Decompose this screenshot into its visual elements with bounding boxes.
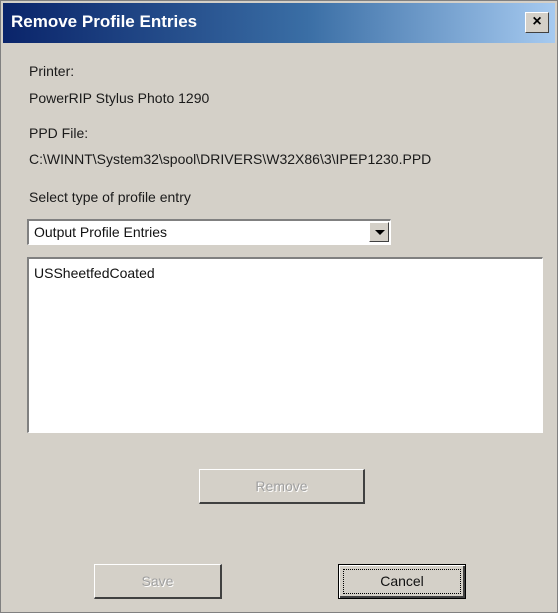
window-title: Remove Profile Entries: [11, 12, 198, 31]
close-icon: ×: [532, 13, 542, 30]
list-item[interactable]: USSheetfedCoated: [34, 265, 155, 281]
save-button[interactable]: Save: [94, 564, 222, 599]
chevron-down-icon[interactable]: [369, 222, 389, 242]
close-button[interactable]: ×: [525, 12, 549, 33]
title-bar[interactable]: Remove Profile Entries ×: [3, 3, 555, 43]
ppd-file-label: PPD File:: [29, 125, 89, 141]
profile-entries-list[interactable]: USSheetfedCoated: [27, 257, 543, 433]
ppd-file-value: C:\WINNT\System32\spool\DRIVERS\W32X86\3…: [29, 151, 432, 167]
profile-type-selected-value: Output Profile Entries: [34, 224, 168, 240]
remove-button[interactable]: Remove: [199, 469, 365, 504]
printer-value: PowerRIP Stylus Photo 1290: [29, 90, 210, 106]
cancel-button[interactable]: Cancel: [338, 564, 466, 599]
remove-profile-entries-dialog: Remove Profile Entries × Printer: PowerR…: [0, 0, 558, 613]
printer-label: Printer:: [29, 63, 75, 79]
profile-type-label: Select type of profile entry: [29, 189, 191, 205]
focus-rectangle: [343, 569, 461, 594]
profile-type-dropdown[interactable]: Output Profile Entries: [27, 219, 391, 245]
